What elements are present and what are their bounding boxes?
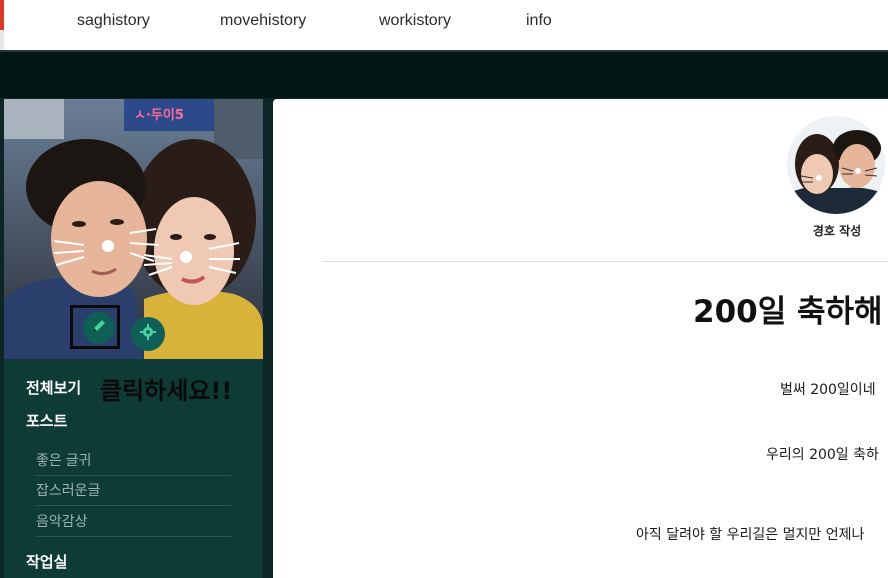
content-divider [322,261,888,262]
nav-saghistory[interactable]: saghistory [77,10,150,32]
sidebar: ㅅ·두이5 전체보기 클릭하세요!! 포스트 좋은 글귀 잡스러운글 음악감상 … [4,99,263,578]
menu-all[interactable]: 전체보기 [26,377,81,398]
settings-button[interactable] [131,317,165,351]
menu-workshop[interactable]: 작업실 [26,551,67,572]
menu-item-good-quotes[interactable]: 좋은 글귀 [36,445,231,476]
gear-icon [139,323,157,345]
menu-posts[interactable]: 포스트 [26,410,67,431]
post-paragraph-2: 우리의 200일 축하 [766,447,879,463]
couple-photo-illustration: ㅅ·두이5 [4,99,263,359]
menu-item-misc-writing[interactable]: 잡스러운글 [36,475,231,506]
nav-movehistory[interactable]: movehistory [220,10,306,32]
sign-text: ㅅ·두이5 [134,107,184,123]
click-annotation: 클릭하세요!! [100,377,233,405]
post-paragraph-1: 벌써 200일이네 [780,382,876,398]
post-title: 200일 축하해 [693,294,883,330]
menu-item-music[interactable]: 음악감상 [36,506,231,537]
nav-info[interactable]: info [526,10,552,32]
nav-workistory[interactable]: workistory [379,10,451,32]
author-avatar [787,116,885,214]
post-paragraph-3: 아직 달려야 할 우리길은 멀지만 언제나 [636,527,865,543]
highlight-box [70,305,120,349]
author-label: 경호 작성 [812,224,862,238]
top-nav-bar: saghistory movehistory workistory info [0,0,888,52]
profile-photo: ㅅ·두이5 [4,99,263,359]
header-band [0,52,888,98]
window-edge-marker [0,0,4,30]
